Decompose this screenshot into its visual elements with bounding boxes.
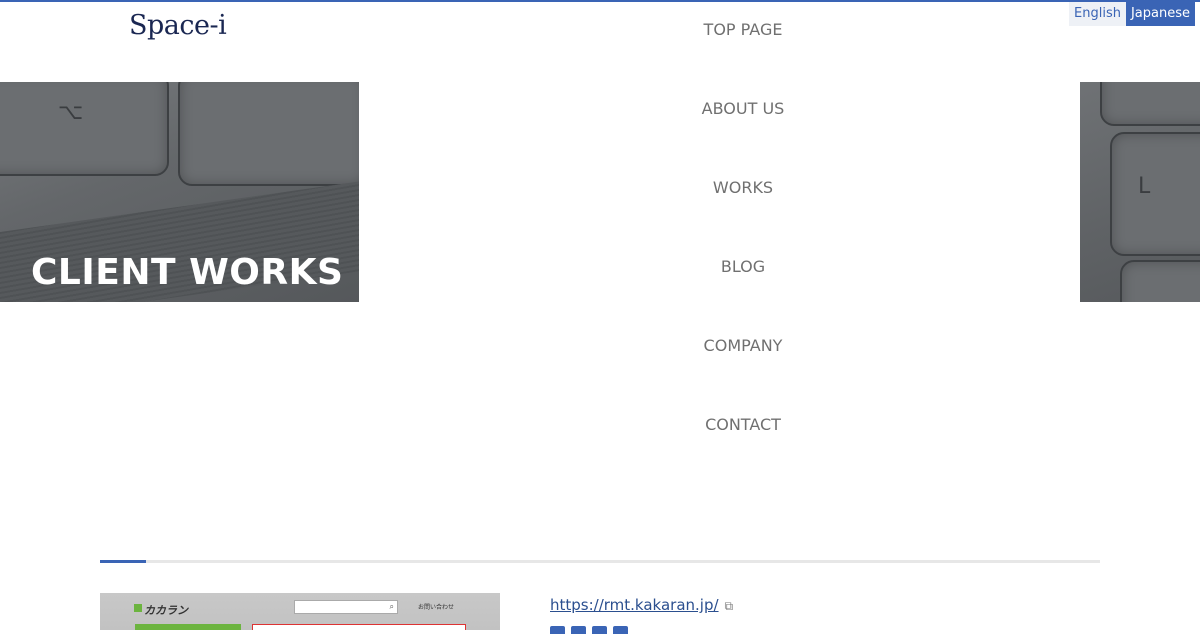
tag-badge[interactable] [613, 626, 628, 634]
hero-banner-right: L [1080, 82, 1200, 302]
language-switcher: English Japanese [1069, 2, 1195, 26]
thumbnail-contact: お問い合わせ [418, 604, 455, 611]
keyboard-key-image [1110, 132, 1200, 256]
search-icon: ⌕ [389, 602, 394, 611]
language-japanese-button[interactable]: Japanese [1125, 2, 1195, 26]
keyboard-key-image [1120, 260, 1200, 302]
tag-badge[interactable] [571, 626, 586, 634]
tag-badge[interactable] [550, 626, 565, 634]
thumbnail-search-box: ⌕ [294, 600, 398, 614]
brand-logo-icon [134, 604, 142, 612]
tag-badge[interactable] [592, 626, 607, 634]
keyboard-key-image [1100, 82, 1200, 126]
nav-item-company[interactable]: COMPANY [643, 336, 843, 355]
keyboard-glyph-image: L [1138, 174, 1151, 199]
keyboard-key-image [178, 82, 359, 186]
thumbnail-green-bar [135, 624, 241, 630]
nav-item-about-us[interactable]: ABOUT US [643, 99, 843, 118]
thumbnail-red-box [252, 624, 466, 630]
work-tags [550, 626, 628, 634]
keyboard-glyph-image: ⌥ [58, 100, 84, 125]
nav-item-contact[interactable]: CONTACT [643, 415, 843, 434]
nav-item-top-page[interactable]: TOP PAGE [643, 20, 843, 39]
work-thumbnail[interactable]: カカラン ⌕ お問い合わせ [100, 593, 500, 630]
work-site-link[interactable]: https://rmt.kakaran.jp/ ⧉ [550, 596, 733, 614]
language-english-button[interactable]: English [1069, 2, 1126, 26]
nav-item-works[interactable]: WORKS [643, 178, 843, 197]
hero-banner: ⌥ CLIENT WORKS [0, 82, 359, 302]
top-accent-line [0, 0, 1200, 2]
work-site-url: https://rmt.kakaran.jp/ [550, 596, 719, 614]
external-link-icon: ⧉ [724, 599, 734, 613]
keyboard-key-image [0, 82, 169, 176]
section-divider [100, 560, 1100, 563]
section-divider-accent [100, 560, 146, 563]
page-title: CLIENT WORKS [31, 252, 344, 293]
thumbnail-brand: カカラン [144, 604, 188, 617]
site-logo[interactable]: Space-i [129, 10, 227, 41]
nav-item-blog[interactable]: BLOG [643, 257, 843, 276]
